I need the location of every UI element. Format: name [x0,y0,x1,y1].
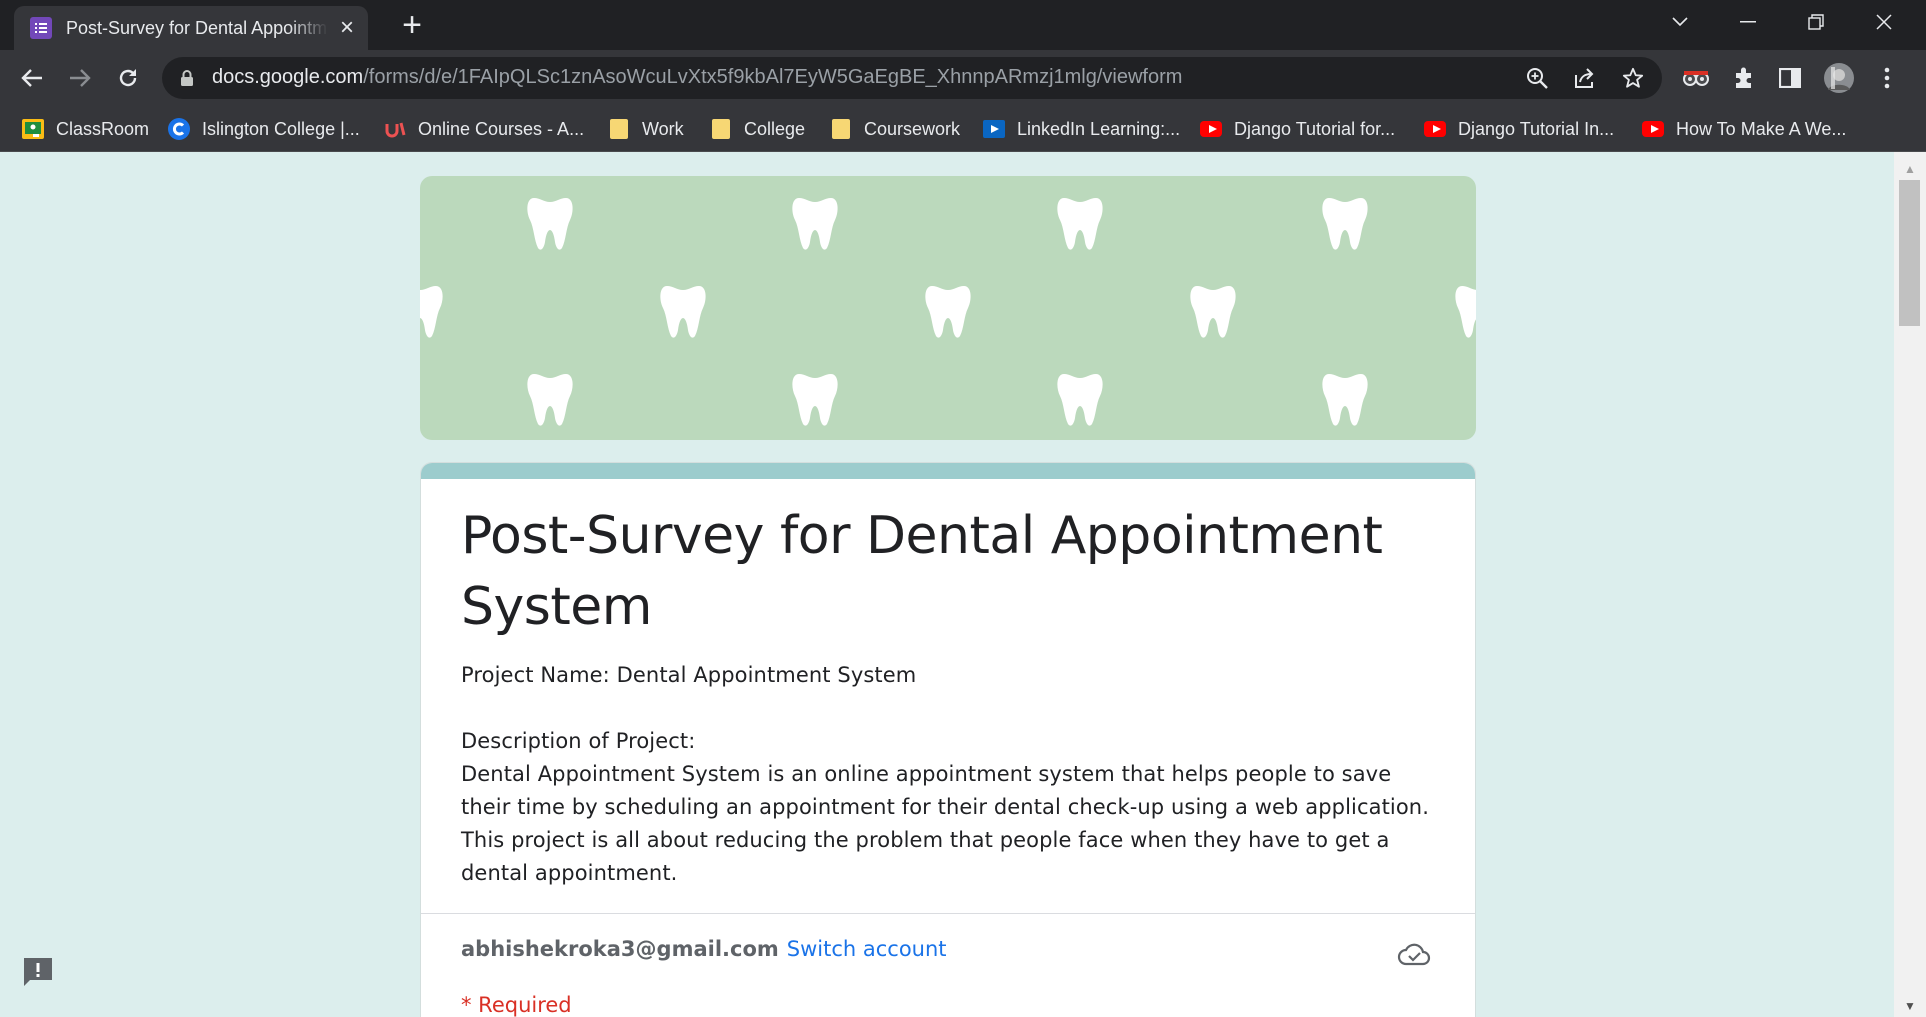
islington-college-icon [168,118,190,140]
close-window-button[interactable] [1862,6,1906,38]
restore-button[interactable] [1794,6,1838,38]
youtube-icon [1642,119,1664,139]
youtube-icon [1424,119,1446,139]
bookmarks-bar: ClassRoom Islington College |... Online … [0,106,1926,152]
share-icon[interactable] [1572,65,1598,91]
form-header-image [420,176,1476,440]
close-tab-icon[interactable]: × [340,16,354,40]
bookmark-star-icon[interactable] [1620,65,1646,91]
bookmark-folder-coursework[interactable]: Coursework [830,116,960,142]
bookmark-folder-work[interactable]: Work [608,116,684,142]
bookmark-islington-college[interactable]: Islington College |... [168,116,360,142]
lock-icon[interactable] [180,69,194,92]
bookmark-how-to-make[interactable]: How To Make A We... [1642,116,1846,142]
bookmark-label: Work [642,118,684,139]
form-header-card: Post-Survey for Dental Appointment Syste… [420,462,1476,1017]
bookmark-label: How To Make A We... [1676,118,1847,139]
form-title: Post-Survey for Dental Appointment Syste… [461,506,1383,637]
page-scrollbar[interactable]: ▲ ▼ [1894,152,1926,1017]
bookmark-label: Django Tutorial for... [1234,118,1396,139]
bookmark-label: Coursework [864,118,961,139]
minimize-button[interactable] [1726,6,1770,38]
browser-toolbar: docs.google.com/forms/d/e/1FAIpQLSc1znAs… [0,50,1926,106]
cloud-saved-icon[interactable] [1397,941,1431,972]
bookmark-linkedin-learning[interactable]: LinkedIn Learning:... [983,116,1180,142]
scroll-thumb[interactable] [1899,180,1920,326]
forward-button[interactable] [62,60,98,96]
youtube-icon [1200,119,1222,139]
udemy-icon [384,119,406,139]
google-classroom-icon [22,119,44,139]
bookmark-label: Islington College |... [202,118,360,139]
folder-icon [608,119,630,139]
switch-account-link[interactable]: Switch account [787,937,947,961]
bookmark-label: ClassRoom [56,118,150,139]
side-panel-icon[interactable] [1775,63,1805,93]
extensions-puzzle-icon[interactable] [1729,63,1759,93]
profile-avatar-icon[interactable] [1824,63,1854,93]
form-description: Project Name: Dental Appointment System … [461,663,1429,885]
tab-strip: Post-Survey for Dental Appointment Syste… [0,0,1926,50]
account-email: abhishekroka3@gmail.com [461,937,779,961]
bookmark-folder-college[interactable]: College [710,116,805,142]
bookmark-online-courses[interactable]: Online Courses - A... [384,116,584,142]
tab-active[interactable]: Post-Survey for Dental Appointment Syste… [14,6,368,50]
tab-title: Post-Survey for Dental Appointment Syste… [66,17,328,38]
divider [421,913,1475,914]
more-menu-icon[interactable] [1872,63,1902,93]
url-host: docs.google.com [212,66,364,88]
tooth-pattern [420,198,1476,426]
folder-icon [830,119,852,139]
bookmark-django-tutorial-1[interactable]: Django Tutorial for... [1200,116,1395,142]
bookmark-django-tutorial-2[interactable]: Django Tutorial In... [1424,116,1614,142]
tab-search-icon[interactable] [1658,6,1702,38]
required-note: * Required [461,993,572,1017]
linkedin-learning-icon [983,119,1005,139]
bookmark-label: College [744,118,806,139]
zoom-icon[interactable] [1524,65,1550,91]
folder-icon [710,119,732,139]
google-forms-icon [30,17,52,39]
report-feedback-icon[interactable] [20,954,56,990]
card-accent-bar [421,463,1475,479]
page-content: Post-Survey for Dental Appointment Syste… [0,152,1926,1017]
account-row: abhishekroka3@gmail.com Switch account [461,937,947,961]
scroll-up-arrow-icon[interactable]: ▲ [1904,162,1916,176]
url-path: /forms/d/e/1FAIpQLSc1znAsoWcuLvXtx5f9kbA… [363,66,1183,88]
address-bar[interactable]: docs.google.com/forms/d/e/1FAIpQLSc1znAs… [162,57,1662,99]
reload-button[interactable] [110,60,146,96]
bookmark-label: LinkedIn Learning:... [1017,118,1181,139]
new-tab-button[interactable]: + [392,8,432,42]
url-text: docs.google.com/forms/d/e/1FAIpQLSc1znAs… [212,66,1182,89]
bookmark-label: Online Courses - A... [418,118,585,139]
scroll-down-arrow-icon[interactable]: ▼ [1904,999,1916,1013]
back-button[interactable] [14,60,50,96]
bookmark-label: Django Tutorial In... [1458,118,1615,139]
bookmark-classroom[interactable]: ClassRoom [22,116,149,142]
extension-glasses-icon[interactable] [1681,63,1711,93]
